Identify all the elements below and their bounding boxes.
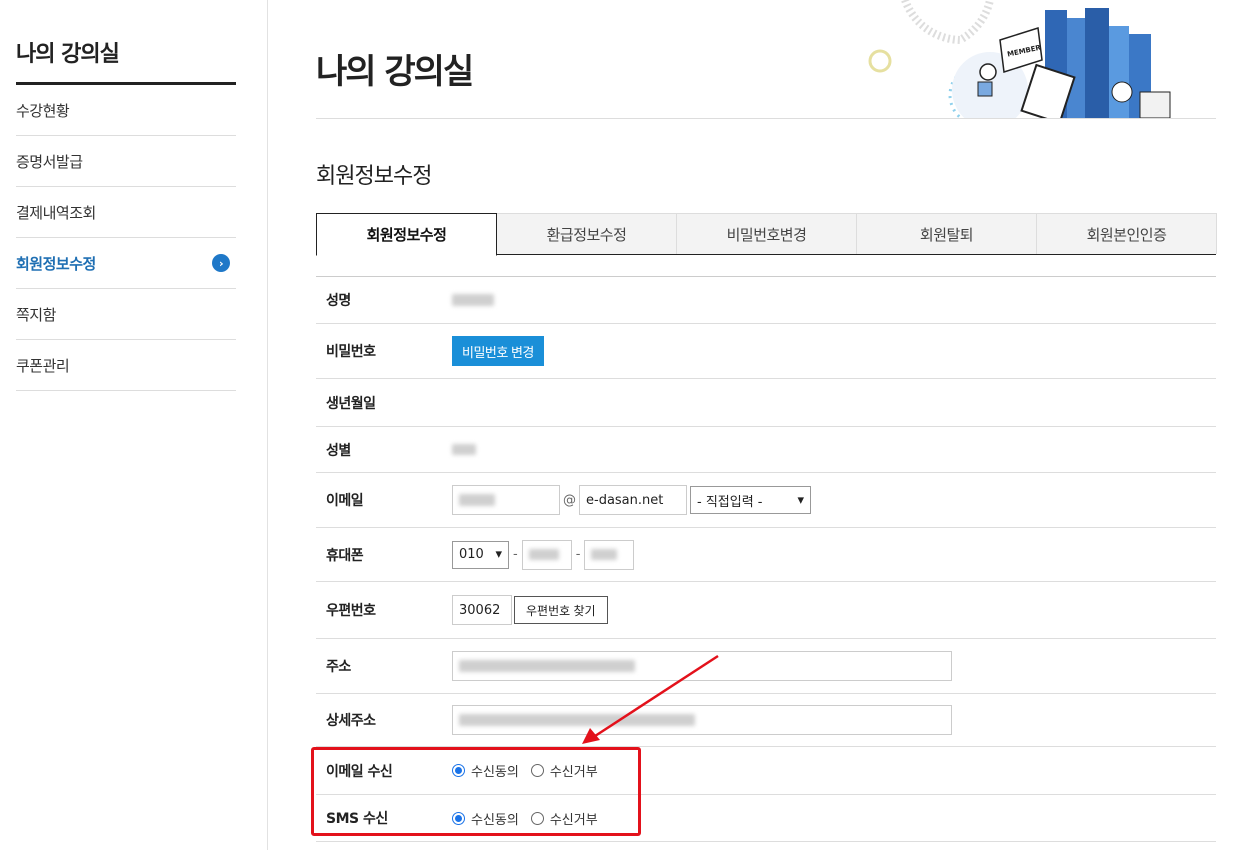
password-label: 비밀번호 xyxy=(326,344,376,360)
form-row-birth: 생년월일 xyxy=(316,379,1216,427)
tab-withdraw[interactable]: 회원탈퇴 xyxy=(856,213,1037,254)
find-zipcode-button[interactable]: 우편번호 찾기 xyxy=(514,596,608,624)
sidebar-title: 나의 강의실 xyxy=(16,42,120,67)
email-domain-select[interactable]: - 직접입력 - ▾ xyxy=(690,486,811,514)
title-divider xyxy=(316,118,1216,119)
form-row-gender: 성별 xyxy=(316,427,1216,473)
phone-prefix-select[interactable]: 010 ▾ xyxy=(452,540,509,569)
phone-middle-input[interactable] xyxy=(521,539,572,570)
highlight-box xyxy=(311,747,641,836)
form-row-detail-address: 상세주소 xyxy=(316,694,1216,747)
email-label: 이메일 xyxy=(326,493,364,509)
phone-separator-2: - xyxy=(575,547,581,562)
chevron-right-icon: › xyxy=(212,254,230,272)
tab-bar: 회원정보수정 환급정보수정 비밀번호변경 회원탈퇴 회원본인인증 xyxy=(316,213,1217,256)
detail-address-label: 상세주소 xyxy=(326,713,376,729)
phone-last-input[interactable] xyxy=(584,539,635,570)
zipcode-label: 우편번호 xyxy=(326,603,376,619)
form-row-password: 비밀번호 비밀번호 변경 xyxy=(316,324,1216,379)
birth-label: 생년월일 xyxy=(326,395,376,412)
form-row-email: 이메일 @ e-dasan.net - 직접입력 - ▾ xyxy=(316,473,1216,528)
sidebar-item-label: 쿠폰관리 xyxy=(16,356,70,375)
change-password-button[interactable]: 비밀번호 변경 xyxy=(452,336,544,366)
gender-label: 성별 xyxy=(326,442,351,459)
name-value xyxy=(452,294,494,306)
form-row-phone: 휴대폰 010 ▾ - - xyxy=(316,528,1216,582)
sidebar-item-messages[interactable]: 쪽지함 xyxy=(16,289,236,340)
sidebar-item-course-status[interactable]: 수강현황 xyxy=(16,85,236,136)
tab-refund-info[interactable]: 환급정보수정 xyxy=(496,213,677,254)
sidebar-item-label: 수강현황 xyxy=(16,101,70,120)
page-title: 나의 강의실 xyxy=(316,52,474,92)
sidebar-item-coupons[interactable]: 쿠폰관리 xyxy=(16,340,236,391)
sidebar-item-label: 회원정보수정 xyxy=(16,254,96,273)
address-label: 주소 xyxy=(326,659,351,675)
form-row-address: 주소 xyxy=(316,639,1216,694)
email-domain-select-value: - 직접입력 - xyxy=(697,494,763,510)
phone-separator-1: - xyxy=(513,547,518,562)
sidebar: 나의 강의실 수강현황 증명서발급 결제내역조회 회원정보수정 › 쪽지함 쿠폰… xyxy=(0,0,268,850)
annotation-arrow-icon xyxy=(582,654,719,744)
tab-member-info[interactable]: 회원정보수정 xyxy=(316,213,497,256)
email-domain-input[interactable]: e-dasan.net xyxy=(579,485,687,515)
sidebar-item-label: 쪽지함 xyxy=(16,305,56,324)
form-row-name: 성명 xyxy=(316,277,1216,324)
sidebar-item-label: 증명서발급 xyxy=(16,152,83,171)
sidebar-item-member-info[interactable]: 회원정보수정 › xyxy=(16,238,236,289)
tab-change-password[interactable]: 비밀번호변경 xyxy=(676,213,857,254)
sidebar-item-certificate[interactable]: 증명서발급 xyxy=(16,136,236,187)
chevron-down-icon: ▾ xyxy=(495,547,502,562)
sidebar-item-payment-history[interactable]: 결제내역조회 xyxy=(16,187,236,238)
books-illustration-icon: MEMBER xyxy=(868,0,1171,118)
form-row-zipcode: 우편번호 30062 우편번호 찾기 xyxy=(316,582,1216,639)
sidebar-menu: 수강현황 증명서발급 결제내역조회 회원정보수정 › 쪽지함 쿠폰관리 xyxy=(16,85,236,391)
sidebar-item-label: 결제내역조회 xyxy=(16,203,96,222)
section-title: 회원정보수정 xyxy=(316,164,432,189)
tab-identity-verification[interactable]: 회원본인인증 xyxy=(1036,213,1217,254)
gender-value xyxy=(452,444,476,455)
phone-label: 휴대폰 xyxy=(326,547,364,564)
phone-prefix-value: 010 xyxy=(459,547,484,562)
header-illustration: MEMBER xyxy=(860,0,1180,118)
zipcode-input[interactable]: 30062 xyxy=(452,595,512,625)
name-label: 성명 xyxy=(326,293,351,309)
chevron-down-icon: ▾ xyxy=(797,492,804,508)
email-id-input[interactable] xyxy=(452,485,560,515)
email-at-sign: @ xyxy=(563,492,576,508)
